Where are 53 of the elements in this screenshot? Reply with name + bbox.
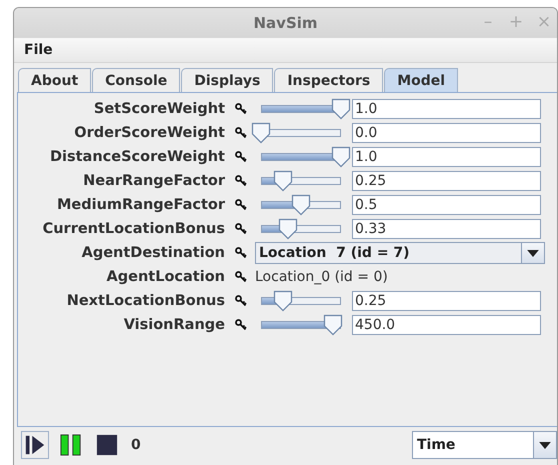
- tab[interactable]: Console: [92, 68, 180, 92]
- slider-thumb[interactable]: [251, 122, 271, 144]
- property-label: DistanceScoreWeight: [48, 149, 225, 165]
- property-label: CurrentLocationBonus: [42, 221, 225, 237]
- tab[interactable]: About: [18, 68, 92, 92]
- value-field[interactable]: 0.25: [352, 171, 541, 191]
- key-icon[interactable]: [235, 151, 247, 163]
- property-label: NearRangeFactor: [82, 173, 225, 189]
- slider-thumb[interactable]: [291, 194, 311, 216]
- property-value: Location_0 (id = 0): [255, 269, 388, 285]
- pause-icon: [60, 434, 82, 456]
- key-icon[interactable]: [235, 247, 247, 259]
- key-icon[interactable]: [235, 271, 247, 283]
- tab[interactable]: Displays: [181, 68, 274, 92]
- value-field[interactable]: 0.25: [352, 291, 541, 311]
- destination-dropdown[interactable]: Location 7 (id = 7): [255, 242, 545, 264]
- dropdown-arrow-icon: [527, 250, 539, 256]
- value-field[interactable]: 0.33: [352, 219, 541, 239]
- key-icon[interactable]: [235, 103, 247, 115]
- value-field[interactable]: 450.0: [352, 315, 541, 335]
- key-icon[interactable]: [235, 319, 247, 331]
- slider-thumb[interactable]: [272, 170, 293, 192]
- stop-icon: [96, 434, 118, 456]
- dropdown-value: Time: [416, 437, 456, 453]
- slider-thumb[interactable]: [323, 314, 343, 336]
- property-label: AgentDestination: [80, 245, 225, 261]
- tab[interactable]: Inspectors: [274, 68, 384, 92]
- dropdown-value: Location 7 (id = 7): [258, 245, 411, 261]
- play-button[interactable]: [21, 431, 49, 459]
- property-label: VisionRange: [122, 317, 225, 333]
- property-label: MediumRangeFactor: [56, 197, 225, 213]
- key-icon[interactable]: [235, 223, 247, 235]
- slider-thumb[interactable]: [278, 218, 298, 240]
- key-icon[interactable]: [235, 175, 247, 187]
- slider-thumb[interactable]: [272, 290, 293, 312]
- value-field[interactable]: 0.5: [352, 195, 541, 215]
- property-label: SetScoreWeight: [92, 101, 225, 117]
- key-icon[interactable]: [235, 199, 247, 211]
- value-field[interactable]: 1.0: [352, 147, 541, 167]
- tab[interactable]: Model: [384, 68, 458, 92]
- property-label: OrderScoreWeight: [73, 125, 225, 141]
- property-label: NextLocationBonus: [66, 293, 225, 309]
- step-counter: 0: [131, 437, 141, 453]
- step-play-icon: [24, 434, 46, 456]
- property-label: AgentLocation: [106, 269, 225, 285]
- dropdown-arrow-icon: [539, 442, 551, 448]
- menu-item[interactable]: File: [14, 42, 53, 58]
- key-icon[interactable]: [235, 127, 247, 139]
- key-icon[interactable]: [235, 295, 247, 307]
- window-title: NavSim: [253, 14, 318, 32]
- time-dropdown[interactable]: Time: [412, 431, 557, 459]
- value-field[interactable]: 1.0: [352, 99, 541, 119]
- value-field[interactable]: 0.0: [352, 123, 541, 143]
